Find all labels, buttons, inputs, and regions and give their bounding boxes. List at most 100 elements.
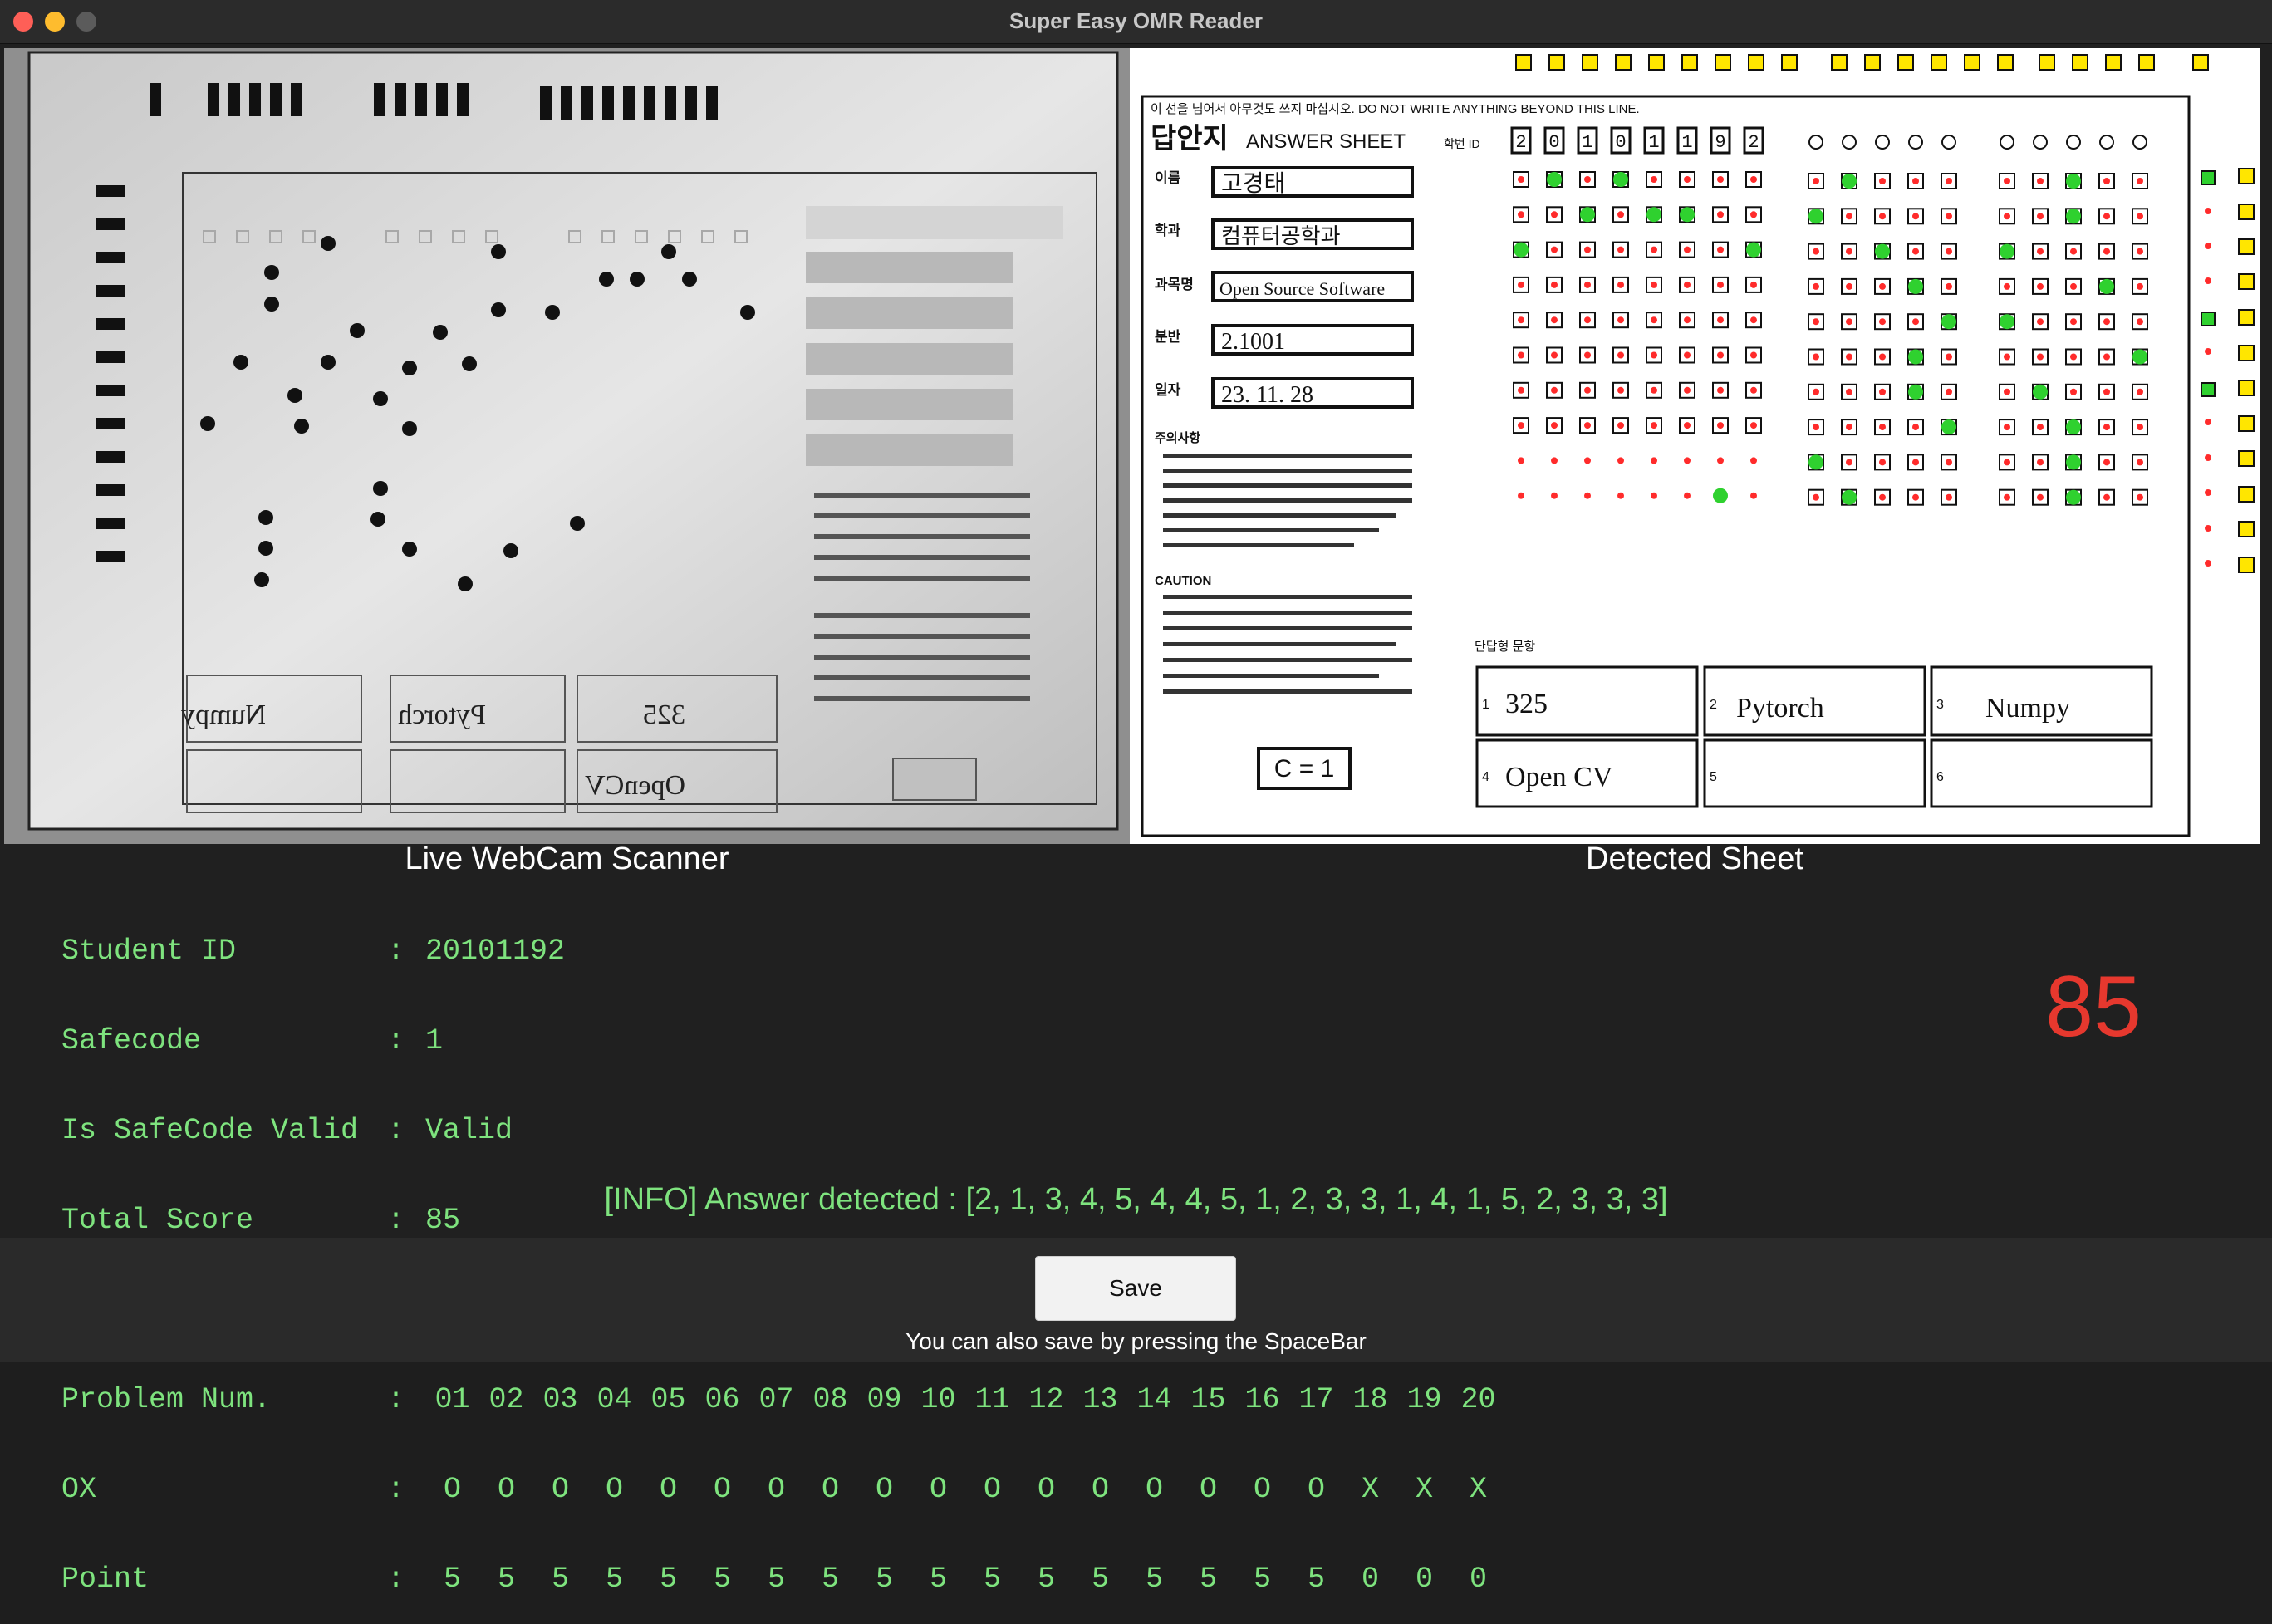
ox-mark: X bbox=[1361, 1473, 1379, 1506]
field-value-name: 고경태 bbox=[1221, 171, 1285, 197]
save-button[interactable]: Save bbox=[1035, 1256, 1236, 1321]
point-value: 0 bbox=[1469, 1563, 1487, 1596]
svg-text:Numpy: Numpy bbox=[181, 699, 266, 730]
ox-mark: O bbox=[821, 1473, 839, 1506]
problem-number: 07 bbox=[758, 1383, 794, 1416]
id-digit: 1 bbox=[1648, 132, 1659, 153]
problem-number: 05 bbox=[650, 1383, 686, 1416]
point-value: 5 bbox=[659, 1563, 677, 1596]
svg-text:OpenCV: OpenCV bbox=[585, 770, 685, 801]
ox-mark: O bbox=[875, 1473, 893, 1506]
problem-number: 10 bbox=[920, 1383, 956, 1416]
ox-mark: O bbox=[1037, 1473, 1055, 1506]
webcam-image: Numpy Pytorch 325 OpenCV bbox=[4, 48, 1130, 844]
problem-number: 14 bbox=[1136, 1383, 1172, 1416]
problem-number: 13 bbox=[1082, 1383, 1118, 1416]
point-value: 0 bbox=[1361, 1563, 1379, 1596]
ox-mark: O bbox=[1091, 1473, 1109, 1506]
svg-text:325: 325 bbox=[643, 699, 685, 730]
field-value-subject: Open Source Software bbox=[1219, 278, 1385, 299]
point-results: 5 5 5 5 5 5 5 5 5 5 5 5 5 5 5 5 5 0 0 0 bbox=[425, 1564, 1505, 1594]
field-value-dept: 컴퓨터공학과 bbox=[1221, 224, 1341, 248]
id-digit: 1 bbox=[1681, 132, 1692, 153]
problem-number: 09 bbox=[866, 1383, 902, 1416]
sheet-title-kr: 답안지 bbox=[1151, 123, 1229, 155]
point-value: 5 bbox=[551, 1563, 569, 1596]
point-value: 5 bbox=[1037, 1563, 1055, 1596]
field-label-class: 분반 bbox=[1155, 329, 1181, 345]
ox-mark: O bbox=[929, 1473, 947, 1506]
problem-number: 06 bbox=[704, 1383, 740, 1416]
field-label-dept: 학과 bbox=[1155, 223, 1181, 238]
field-label-subject: 과목명 bbox=[1155, 277, 1194, 292]
problem-number: 03 bbox=[542, 1383, 578, 1416]
field-value-date: 23. 11. 28 bbox=[1221, 382, 1313, 408]
short-answer-num: 4 bbox=[1482, 770, 1489, 784]
ox-mark: O bbox=[497, 1473, 515, 1506]
webcam-view: Numpy Pytorch 325 OpenCV bbox=[4, 48, 1130, 844]
problem-number: 20 bbox=[1460, 1383, 1496, 1416]
point-value: 0 bbox=[1415, 1563, 1433, 1596]
id-digit: 0 bbox=[1615, 132, 1626, 153]
safecode-label: Safecode bbox=[61, 1024, 202, 1057]
point-value: 5 bbox=[875, 1563, 893, 1596]
point-value: 5 bbox=[821, 1563, 839, 1596]
problem-number: 15 bbox=[1190, 1383, 1226, 1416]
ox-mark: O bbox=[713, 1473, 731, 1506]
short-answer-value: Pytorch bbox=[1736, 693, 1824, 724]
ox-mark: O bbox=[1253, 1473, 1271, 1506]
id-digit: 9 bbox=[1715, 132, 1725, 153]
student-id-label: Student ID bbox=[61, 935, 237, 968]
point-value: 5 bbox=[1091, 1563, 1109, 1596]
ox-mark: O bbox=[1145, 1473, 1163, 1506]
problem-number: 11 bbox=[974, 1383, 1010, 1416]
problem-number: 04 bbox=[596, 1383, 632, 1416]
student-id-value: 20101192 bbox=[425, 935, 566, 968]
detected-sheet-image: 이 선을 넘어서 아무것도 쓰지 마십시오. DO NOT WRITE ANYT… bbox=[1130, 48, 2260, 844]
short-answer-value: Numpy bbox=[1985, 693, 2070, 724]
short-answer-num: 5 bbox=[1710, 770, 1717, 784]
total-score-display: 85 bbox=[2045, 959, 2142, 1055]
sheet-notice: 이 선을 넘어서 아무것도 쓰지 마십시오. DO NOT WRITE ANYT… bbox=[1151, 102, 1640, 116]
detected-sheet-view: 이 선을 넘어서 아무것도 쓰지 마십시오. DO NOT WRITE ANYT… bbox=[1130, 48, 2260, 844]
problem-num-label: Problem Num. bbox=[61, 1383, 272, 1416]
id-digit: 2 bbox=[1515, 132, 1526, 153]
webcam-caption: Live WebCam Scanner bbox=[405, 841, 729, 876]
point-value: 5 bbox=[1253, 1563, 1271, 1596]
ox-results: OOOOOOOOOOOOOOOOOXXX bbox=[425, 1474, 1505, 1504]
point-value: 5 bbox=[605, 1563, 623, 1596]
problem-number: 17 bbox=[1298, 1383, 1334, 1416]
point-value: 5 bbox=[1199, 1563, 1217, 1596]
short-answer-value: 325 bbox=[1505, 689, 1548, 719]
short-answer-num: 3 bbox=[1936, 698, 1944, 712]
short-answer-num: 1 bbox=[1482, 698, 1489, 712]
safecode-value: 1 bbox=[425, 1024, 444, 1057]
point-value: 5 bbox=[767, 1563, 785, 1596]
ox-mark: O bbox=[605, 1473, 623, 1506]
detected-caption: Detected Sheet bbox=[1586, 841, 1803, 876]
short-answer-title: 단답형 문항 bbox=[1475, 640, 1535, 654]
ox-mark: O bbox=[659, 1473, 677, 1506]
point-label: Point bbox=[61, 1563, 150, 1596]
problem-number: 02 bbox=[488, 1383, 524, 1416]
short-answer-value: Open CV bbox=[1505, 762, 1613, 792]
problem-number: 12 bbox=[1028, 1383, 1064, 1416]
problem-numbers: 01 02 03 04 05 06 07 08 09 10 11 12 13 14 15 16 17 18 19 20 bbox=[425, 1385, 1505, 1415]
c-box-text: C = 1 bbox=[1274, 755, 1335, 783]
short-answer-num: 6 bbox=[1936, 770, 1944, 784]
ox-mark: O bbox=[1199, 1473, 1217, 1506]
ox-mark: O bbox=[443, 1473, 461, 1506]
safecode-valid-value: Valid bbox=[425, 1114, 513, 1147]
point-value: 5 bbox=[713, 1563, 731, 1596]
ox-mark: O bbox=[983, 1473, 1001, 1506]
problem-number: 18 bbox=[1352, 1383, 1388, 1416]
problem-number: 01 bbox=[434, 1383, 470, 1416]
problem-number: 16 bbox=[1244, 1383, 1280, 1416]
ox-mark: O bbox=[1307, 1473, 1325, 1506]
point-value: 5 bbox=[929, 1563, 947, 1596]
id-digit: 0 bbox=[1548, 132, 1559, 153]
field-label-name: 이름 bbox=[1155, 170, 1181, 186]
student-id-header: 학번 ID bbox=[1444, 137, 1480, 150]
point-value: 5 bbox=[983, 1563, 1001, 1596]
safecode-valid-label: Is SafeCode Valid bbox=[61, 1114, 359, 1147]
